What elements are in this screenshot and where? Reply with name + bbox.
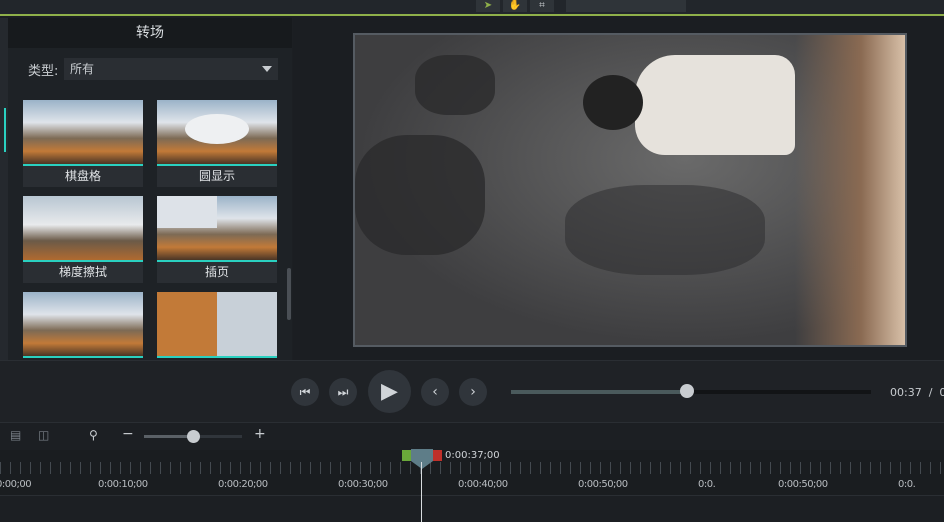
timeline-toolbar: ▤ ◫ ⚲ − +	[0, 422, 944, 450]
ink-stroke	[415, 55, 495, 115]
left-tab-strip	[0, 18, 8, 360]
paste-icon[interactable]: ▤	[10, 428, 26, 444]
playhead-pointer	[411, 461, 433, 469]
thumb-bar	[157, 356, 277, 358]
type-label: 类型:	[28, 64, 59, 79]
transition-edge	[795, 35, 905, 345]
type-dropdown[interactable]: 所有	[64, 58, 278, 80]
thumb-bar	[23, 356, 143, 358]
playback-scrubber[interactable]	[511, 384, 871, 398]
ruler-label: 0:00:30;00	[338, 479, 388, 490]
thumb-bar	[23, 164, 143, 166]
person-figure	[635, 55, 795, 155]
pan-tool-icon[interactable]: ✋	[503, 0, 527, 12]
playhead-time: 0:00:37;00	[445, 450, 500, 461]
transition-circle-reveal[interactable]: 圆显示	[157, 100, 277, 187]
ruler-label: 0:00:50;00	[778, 479, 828, 490]
transitions-panel: 转场 类型: 所有 棋盘格 圆显示 梯度擦拭 插页	[8, 18, 292, 360]
select-tool-icon[interactable]: ➤	[476, 0, 500, 12]
panel-scrollbar[interactable]	[287, 268, 291, 320]
video-preview[interactable]	[353, 33, 907, 347]
thumb-bar	[157, 260, 277, 262]
step-back-button[interactable]: ⏮	[291, 378, 319, 406]
thumbnail	[157, 196, 277, 260]
ruler-label: 0:00:50;00	[578, 479, 628, 490]
progress-fill	[511, 390, 688, 394]
zoom-level-select[interactable]	[566, 0, 686, 12]
ruler-label: 0:0.	[698, 479, 716, 490]
time-display: 00:37 / 0:	[890, 386, 944, 399]
type-value: 所有	[70, 62, 95, 76]
playhead-handle[interactable]	[411, 449, 433, 461]
transition-checkerboard[interactable]: 棋盘格	[23, 100, 143, 187]
transition-inset[interactable]: 插页	[157, 196, 277, 283]
thumbnail	[23, 196, 143, 260]
circle-shape	[185, 114, 249, 144]
time-separator: /	[928, 386, 933, 399]
ruler-label: 0:0.	[898, 479, 916, 490]
transition-item[interactable]	[157, 292, 277, 358]
ink-stroke	[565, 185, 765, 275]
inset-shape	[157, 196, 217, 228]
thumbnail	[23, 292, 143, 356]
thumb-bar	[157, 164, 277, 166]
playhead-line	[421, 462, 422, 522]
ruler-label: 0:00:40;00	[458, 479, 508, 490]
thumbnail	[23, 100, 143, 164]
transition-label: 插页	[204, 265, 229, 279]
previous-marker-button[interactable]: ‹	[421, 378, 449, 406]
person-head	[583, 75, 643, 130]
zoom-in-button[interactable]: +	[254, 426, 266, 442]
zoom-out-button[interactable]: −	[122, 426, 134, 442]
search-icon: ⚲	[89, 428, 98, 442]
slider-knob[interactable]	[187, 430, 200, 443]
ruler-label: 0:00:20;00	[218, 479, 268, 490]
top-toolbar: ➤ ✋ ⌗	[0, 0, 944, 16]
transition-gradient-wipe[interactable]: 梯度擦拭	[23, 196, 143, 283]
ruler-label: 0:00:10;00	[98, 479, 148, 490]
timeline-track[interactable]	[0, 495, 944, 522]
step-forward-button[interactable]: ⏭	[329, 378, 357, 406]
active-tab-marker	[4, 108, 6, 152]
transition-label: 梯度擦拭	[58, 265, 107, 279]
current-time: 00:37	[890, 386, 922, 399]
transition-label: 圆显示	[198, 169, 235, 183]
crop-tool-icon[interactable]: ⌗	[530, 0, 554, 12]
thumb-bar	[23, 260, 143, 262]
in-point-marker[interactable]	[402, 450, 411, 461]
next-marker-button[interactable]: ›	[459, 378, 487, 406]
out-point-marker[interactable]	[433, 450, 442, 461]
total-time: 0:	[939, 386, 944, 399]
panel-title: 转场	[8, 18, 292, 48]
ink-stroke	[355, 135, 485, 255]
chevron-down-icon	[262, 66, 272, 72]
transition-label: 棋盘格	[64, 169, 101, 183]
play-button[interactable]: ▶	[368, 370, 411, 413]
timeline-zoom-slider[interactable]	[144, 430, 242, 443]
ruler-ticks	[0, 462, 944, 474]
split-icon[interactable]: ◫	[38, 428, 54, 444]
thumbnail	[157, 292, 277, 356]
transition-item[interactable]	[23, 292, 143, 358]
thumbnail	[157, 100, 277, 164]
ruler-label: 0:00;00	[0, 479, 32, 490]
